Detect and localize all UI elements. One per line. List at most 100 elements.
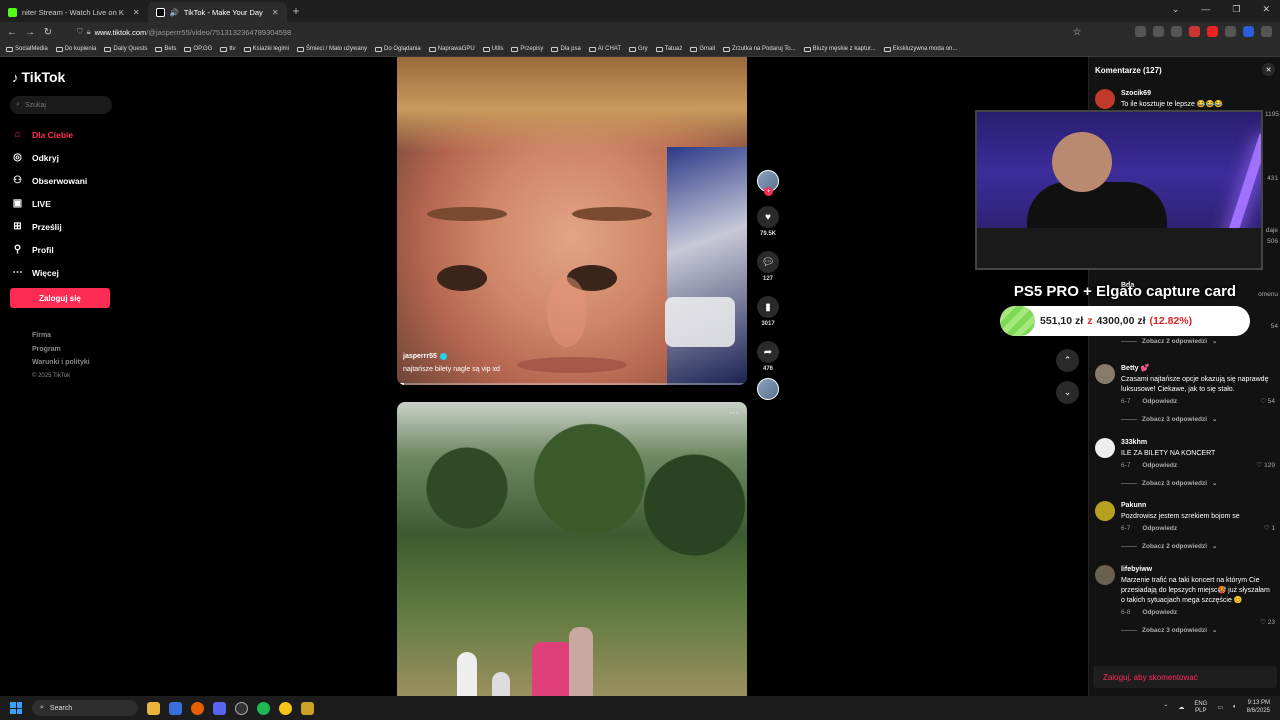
windows-start-icon[interactable] [10,702,22,714]
comment-button[interactable]: 💬︎ [757,251,779,273]
close-window-button[interactable]: ✕ [1262,4,1270,15]
extension-icon[interactable] [1153,26,1164,37]
comment-user[interactable]: 333khm [1121,438,1275,448]
author-avatar[interactable]: + [757,170,779,196]
obs-icon[interactable] [235,701,248,715]
minimize-button[interactable]: — [1201,4,1210,15]
follow-plus-icon[interactable]: + [764,187,773,196]
login-to-comment-button[interactable]: Zaloguj, aby skomentować [1093,666,1277,688]
close-tab-icon[interactable]: ✕ [133,8,140,17]
footer-link-terms[interactable]: Warunki i polityki [32,356,90,370]
extension-icon[interactable] [1225,26,1236,37]
tray-chevron-icon[interactable]: ⌃ [1163,704,1168,711]
bookmark-item[interactable]: AI CHAT [588,46,621,52]
sidebar-item-more[interactable]: ⋯ Więcej [12,261,87,284]
tab-kick[interactable]: niter Stream - Watch Live on K ✕ [0,2,148,22]
view-replies-button[interactable]: Zobacz 2 odpowiedzi ⌄ [1121,542,1275,550]
close-tab-icon[interactable]: ✕ [272,8,279,17]
spotify-icon[interactable] [257,701,270,715]
footer-link-program[interactable]: Program [32,343,90,357]
video-player[interactable]: jasperrr55 najtańsze bilety nagle są vip… [397,57,747,385]
bookmark-item[interactable]: Zrzutka na Podaruj To... [723,46,796,52]
network-icon[interactable]: ▭ [1217,704,1223,711]
music-avatar[interactable] [757,378,779,400]
reply-button[interactable]: Odpowiedz [1142,608,1177,618]
avatar[interactable] [1095,364,1115,384]
bookmark-item[interactable]: Przepisy [511,46,543,52]
bookmark-item[interactable]: Do kupienia [55,46,96,52]
menu-icon[interactable] [1261,26,1272,37]
bookmark-star-icon[interactable]: ☆ [1068,27,1086,38]
extension-icon[interactable] [1243,26,1254,37]
tab-list-button[interactable]: ⌄ [1172,4,1180,15]
previous-video-button[interactable]: ⌃ [1056,349,1079,372]
extension-icon[interactable] [1171,26,1182,37]
video-author[interactable]: jasperrr55 [403,353,500,360]
url-field[interactable]: ⛉ 🔒︎ www.tiktok.com/@jasperrr55/video/75… [77,27,291,37]
bookmark-item[interactable]: Utils [482,46,503,52]
login-button[interactable]: Zaloguj się [10,288,110,308]
comment-user[interactable]: lifebyiww [1121,565,1275,575]
extension-icon[interactable] [1207,26,1218,37]
forward-icon[interactable]: → [21,27,39,38]
avatar[interactable] [1095,438,1115,458]
bookmark-item[interactable]: Gmail [690,46,715,52]
view-replies-button[interactable]: Zobacz 3 odpowiedzi ⌄ [1121,415,1275,423]
next-video-player[interactable]: ⋯ [397,402,747,696]
taskbar-search[interactable]: ⌕ Search [32,700,138,716]
like-count[interactable]: ♡ 1 [1264,524,1275,532]
new-tab-button[interactable]: + [293,4,300,18]
close-comments-button[interactable]: ✕ [1262,63,1275,76]
search-input[interactable]: ⌕ Szukaj [10,96,112,114]
discord-icon[interactable] [213,701,226,715]
sidebar-item-upload[interactable]: ⊞ Prześlij [12,215,87,238]
view-replies-button[interactable]: Zobacz 2 odpowiedzi ⌄ [1121,337,1217,345]
avatar[interactable] [1095,565,1115,585]
bookmark-item[interactable]: Dla psa [551,46,581,52]
sidebar-item-live[interactable]: ▣ LIVE [12,192,87,215]
sidebar-item-following[interactable]: ⚇ Obserwowani [12,169,87,192]
firefox-icon[interactable] [191,701,204,715]
bookmark-item[interactable]: Ksiazki legimi [243,46,289,52]
bookmark-item[interactable]: NaprawaGPU [428,46,475,52]
file-explorer-icon[interactable] [147,701,160,715]
reply-button[interactable]: Odpowiedz [1142,461,1177,471]
extension-icon[interactable] [1189,26,1200,37]
cloud-icon[interactable]: ☁ [1178,704,1184,711]
sidebar-item-for-you[interactable]: ⌂ Dla Ciebie [12,123,87,146]
sidebar-item-explore[interactable]: ◎ Odkryj [12,146,87,169]
volume-icon[interactable]: 🔈︎ [1233,704,1237,711]
sidebar-item-profile[interactable]: ⚲ Profil [12,238,87,261]
bookmark-item[interactable]: Bluzy męskie z kaptur... [803,46,876,52]
app-icon[interactable] [279,701,292,715]
view-replies-button[interactable]: Zobacz 3 odpowiedzi ⌄ [1121,479,1275,487]
league-icon[interactable] [301,701,314,715]
more-options-icon[interactable]: ⋯ [729,408,739,419]
clock[interactable]: 9:13 PM 8/6/2025 [1247,700,1270,715]
bookmark-item[interactable]: Bets [155,46,176,52]
bookmark-item[interactable]: Daily Quests [104,46,147,52]
next-video-button[interactable]: ⌄ [1056,381,1079,404]
bookmark-item[interactable]: Gry [629,46,648,52]
view-replies-button[interactable]: Zobacz 3 odpowiedzi ⌄ [1121,626,1275,634]
bookmark-item[interactable]: Śmieci / Mało używany [297,46,367,52]
bookmark-item[interactable]: ttv [220,46,236,52]
like-count[interactable]: ♡ 23 [1260,618,1275,626]
footer-link-company[interactable]: Firma [32,329,90,343]
back-icon[interactable]: ← [3,27,21,38]
avatar[interactable] [1095,501,1115,521]
bookmark-item[interactable]: Ekskluzywna moda on... [883,46,957,52]
bookmark-item[interactable]: SocialMedia [6,46,48,52]
reply-button[interactable]: Odpowiedz [1142,397,1177,407]
share-button[interactable]: ➦ [757,341,779,363]
like-count[interactable]: ♡ 54 [1260,397,1275,405]
language-indicator[interactable]: ENG PLP [1194,701,1207,715]
tiktok-logo[interactable]: ♪ TikTok [12,69,65,85]
avatar[interactable] [1095,89,1115,109]
save-button[interactable]: ▮ [757,296,779,318]
reload-icon[interactable]: ↻ [39,27,57,38]
video-username[interactable]: jasperrr55 [403,353,437,360]
comment-user[interactable]: Szocik69 [1121,89,1275,99]
tab-tiktok[interactable]: 🔊 TikTok - Make Your Day ✕ [147,2,287,22]
like-button[interactable]: ♥ [757,206,779,228]
